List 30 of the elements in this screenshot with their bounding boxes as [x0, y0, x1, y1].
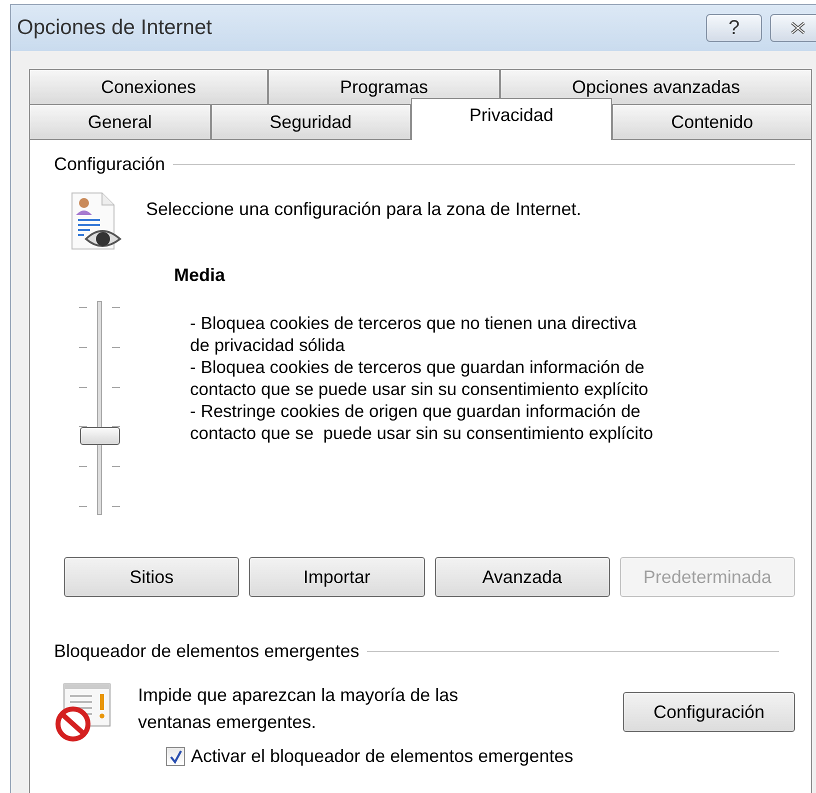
description-line: contacto que se puede usar sin su consentimiento explícito: [190, 378, 650, 400]
group-heading: Configuración: [54, 154, 166, 175]
description-line: - Bloquea cookies de terceros que no tienen una directiva: [190, 312, 638, 334]
description-line: contacto que se puede usar sin su consentimiento explícito: [190, 422, 654, 444]
close-icon: [789, 21, 807, 35]
help-button[interactable]: ?: [706, 14, 762, 42]
tab[interactable]: Conexiones: [29, 69, 268, 104]
description-line: - Restringe cookies de origen que guardan información de: [190, 400, 642, 422]
tab[interactable]: Seguridad: [210, 104, 410, 139]
description-line: de privacidad sólida: [190, 334, 346, 356]
tab[interactable]: General: [29, 104, 211, 139]
close-button[interactable]: [770, 14, 816, 42]
slider-thumb[interactable]: [80, 427, 120, 446]
checkbox-label[interactable]: Activar el bloqueador de elementos emergentes: [191, 746, 574, 767]
tab[interactable]: Opciones avanzadas: [500, 69, 812, 104]
tab[interactable]: Programas: [268, 69, 500, 104]
level-name: Media: [174, 265, 226, 286]
dialog-button[interactable]: Avanzada: [434, 557, 610, 597]
description-line: ventanas emergentes.: [138, 711, 318, 734]
settings-button[interactable]: Configuración: [623, 692, 795, 732]
dialog-button[interactable]: Importar: [249, 557, 424, 597]
checkbox[interactable]: [166, 747, 185, 766]
group-heading: Bloqueador de elementos emergentes: [54, 641, 360, 662]
description-line: Impide que aparezcan la mayoría de las: [138, 684, 460, 707]
tab[interactable]: Privacidad: [410, 98, 612, 140]
description-line: - Bloquea cookies de terceros que guardan información de: [190, 356, 646, 378]
prompt-text: Seleccione una configuración para la zona de Internet.: [146, 199, 582, 220]
tab[interactable]: Contenido: [612, 104, 812, 139]
window-title: Opciones de Internet: [17, 16, 213, 40]
dialog-button[interactable]: Sitios: [64, 557, 240, 597]
